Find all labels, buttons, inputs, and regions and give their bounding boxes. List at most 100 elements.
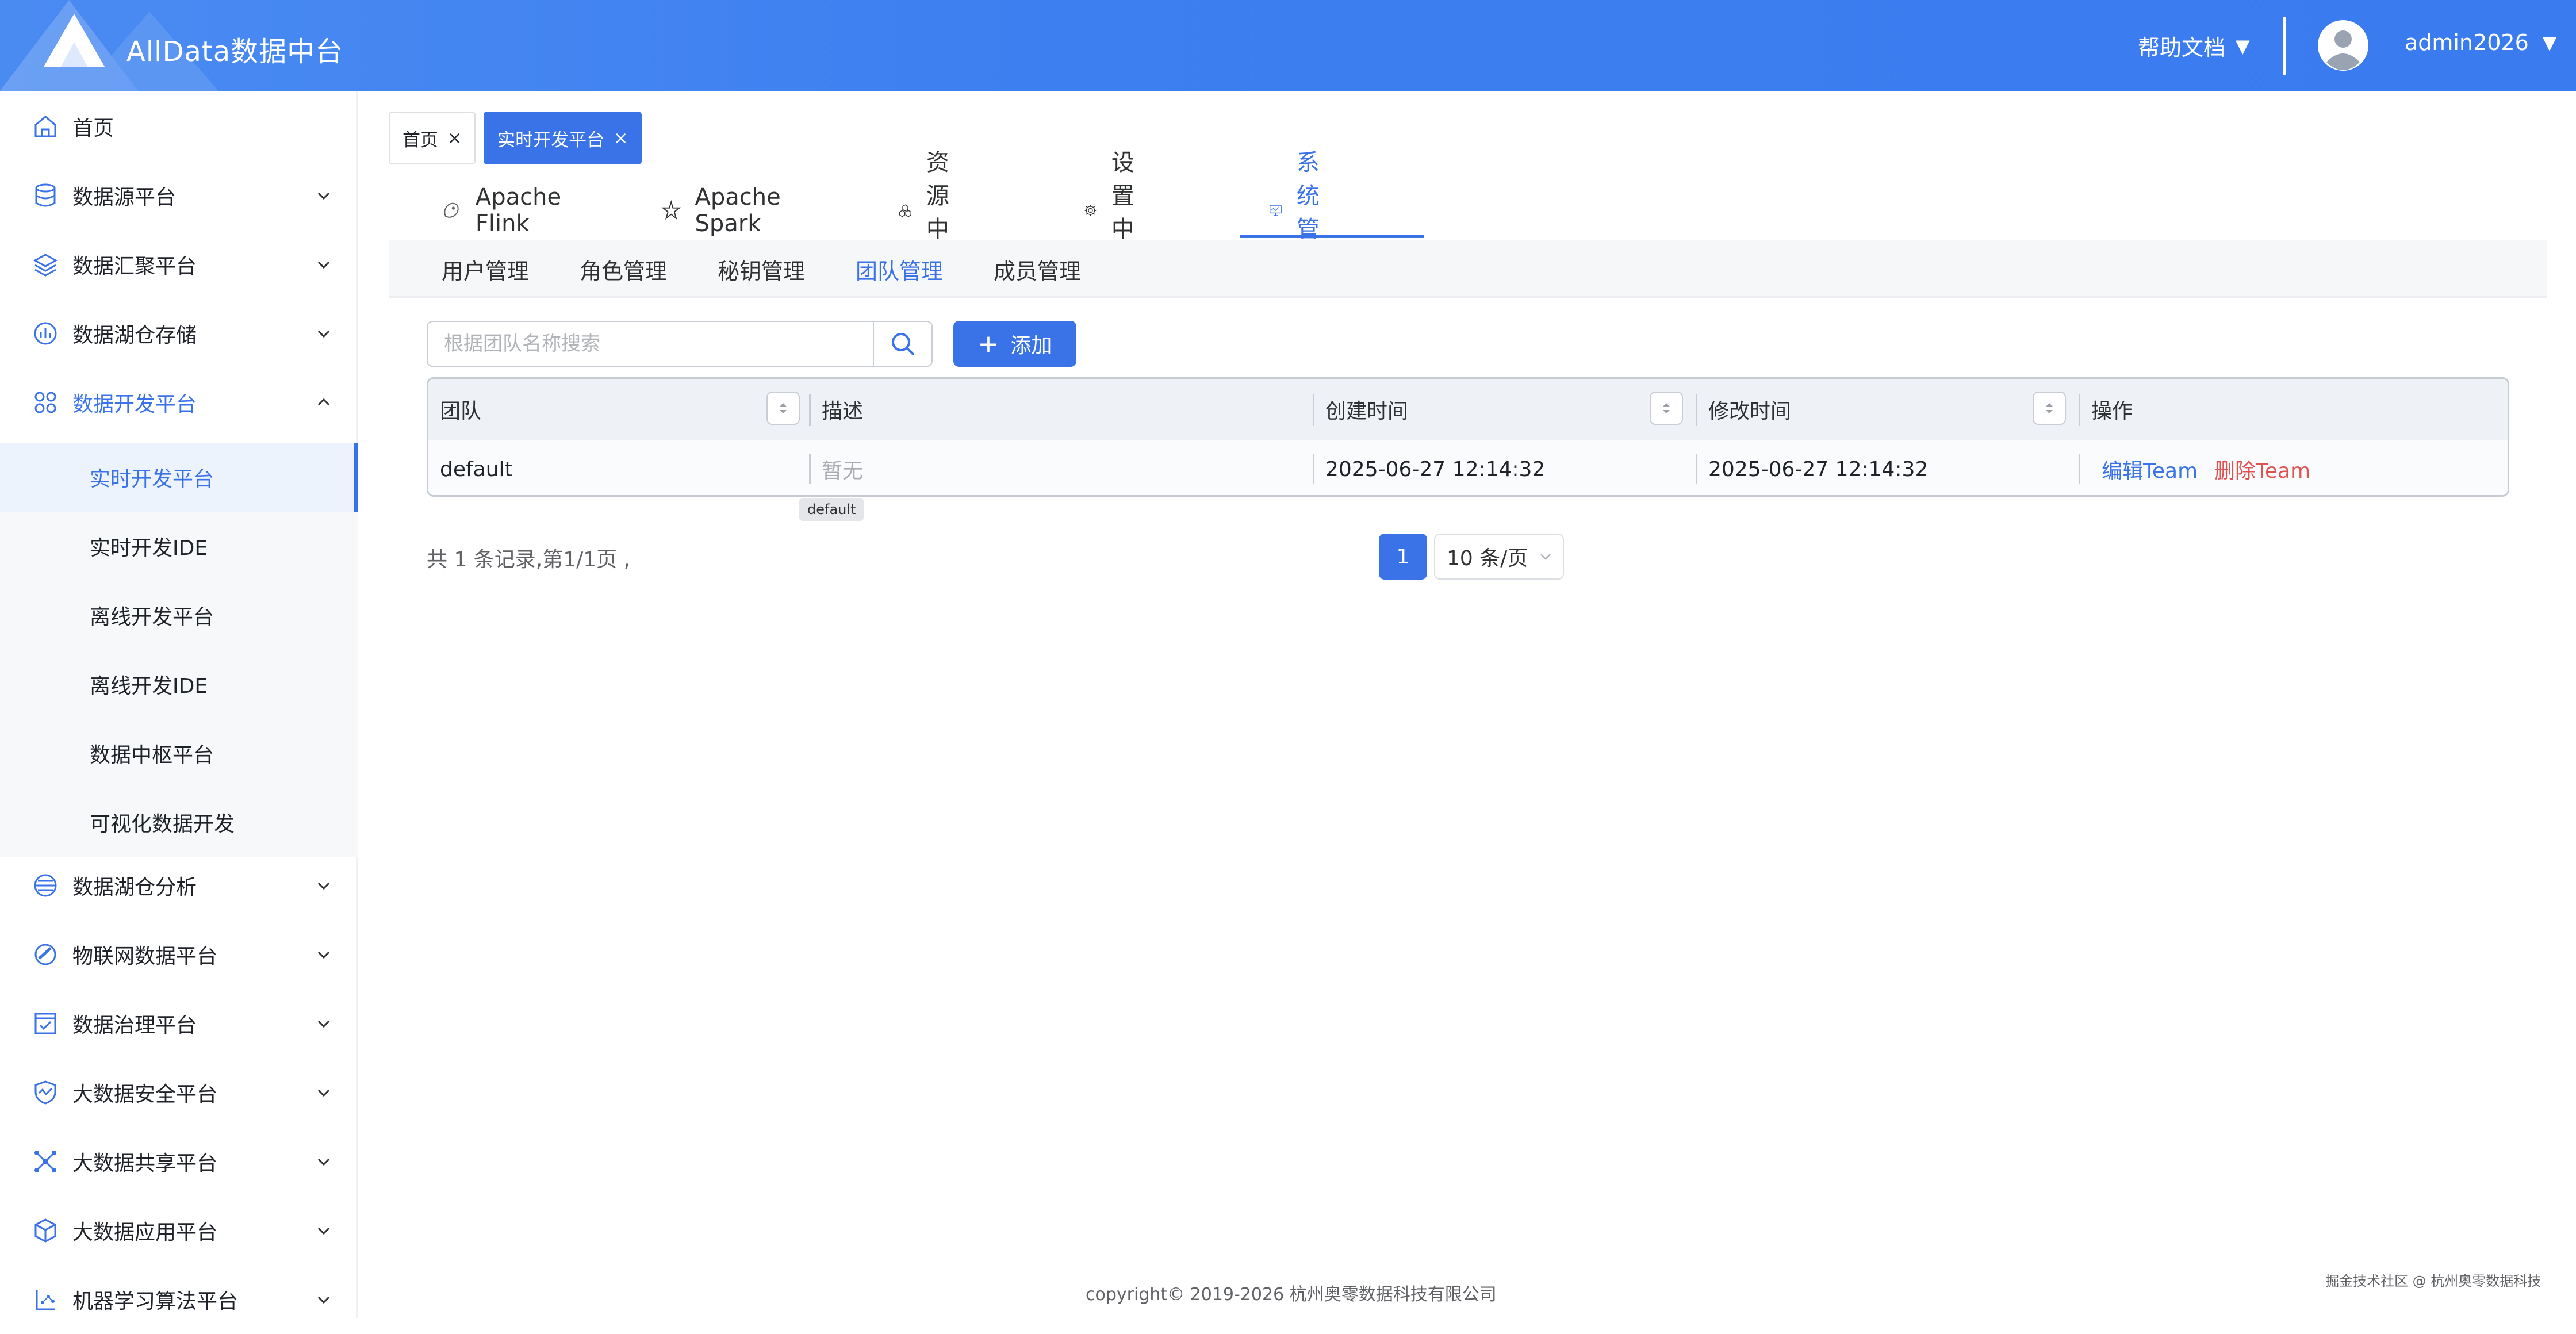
close-icon[interactable]: ×: [614, 128, 628, 148]
subtab-member-management[interactable]: 成员管理: [994, 240, 1081, 298]
cube-icon: [34, 1218, 56, 1243]
column-separator: [1313, 394, 1314, 426]
sidebar-submenu: 实时开发平台 实时开发IDE 离线开发平台 离线开发IDE 数据中枢平台 可视化…: [0, 443, 358, 857]
sidebar-item-aggregation[interactable]: 数据汇聚平台: [0, 230, 358, 299]
chevron-down-icon: [317, 1227, 330, 1235]
search-button[interactable]: [873, 322, 931, 366]
tag-realtime-platform[interactable]: 实时开发平台 ×: [484, 112, 642, 164]
sidebar-subitem-label: 离线开发IDE: [90, 674, 208, 698]
sidebar-item-lakehouse-storage[interactable]: 数据湖仓存储: [0, 299, 358, 368]
layers-icon: [33, 254, 58, 277]
sidebar-item-label: 数据源平台: [72, 186, 177, 209]
sidebar-item-label: 物联网数据平台: [72, 945, 218, 968]
table-row: default 暂无 2025-06-27 12:14:32 2025-06-2…: [428, 440, 2508, 495]
search-icon: [892, 333, 915, 356]
tab-settings-center[interactable]: 设置中心: [1083, 150, 1152, 276]
close-icon[interactable]: ×: [447, 128, 462, 148]
user-avatar-icon[interactable]: [2317, 20, 2369, 71]
chevron-up-icon: [317, 398, 330, 406]
sidebar-item-ml[interactable]: 机器学习算法平台: [0, 1265, 358, 1334]
search-input[interactable]: [428, 322, 874, 366]
sort-icon[interactable]: [766, 392, 800, 425]
column-separator: [1696, 394, 1697, 426]
caret-down-icon: ▼: [2542, 32, 2557, 53]
active-tab-indicator: [1240, 235, 1424, 238]
shield-icon: [34, 1080, 56, 1105]
tab-label: Apache Flink: [475, 184, 562, 237]
sidebar-item-label: 数据湖仓分析: [72, 876, 197, 899]
add-button-label: 添加: [1010, 334, 1052, 358]
column-separator: [809, 454, 811, 484]
sidebar-item-sharing[interactable]: 大数据共享平台: [0, 1127, 358, 1196]
sort-icon[interactable]: [1650, 392, 1683, 425]
subtab-label: 团队管理: [856, 258, 944, 284]
tab-resource-center[interactable]: 资源中心: [898, 150, 967, 276]
share-icon: [34, 1151, 56, 1172]
column-header-modified: 修改时间: [1708, 400, 1792, 423]
column-header-description: 描述: [822, 400, 864, 423]
subtab-team-management[interactable]: 团队管理: [856, 240, 943, 298]
column-separator: [809, 394, 811, 426]
sidebar-subitem-offline-platform[interactable]: 离线开发平台: [0, 581, 358, 650]
tab-label: Apache Spark: [695, 184, 781, 237]
subtab-user-management[interactable]: 用户管理: [442, 240, 529, 298]
chevron-down-icon: [317, 1158, 330, 1166]
sidebar-item-security[interactable]: 大数据安全平台: [0, 1058, 358, 1127]
chevron-down-icon: [317, 882, 330, 890]
sidebar-subitem-label: 实时开发平台: [90, 467, 214, 491]
sidebar-item-governance[interactable]: 数据治理平台: [0, 989, 358, 1058]
app-logo-icon[interactable]: [43, 13, 106, 68]
sidebar-subitem-data-hub[interactable]: 数据中枢平台: [0, 719, 358, 788]
sidebar-subitem-visual-dev[interactable]: 可视化数据开发: [0, 788, 358, 857]
ml-icon: [36, 1290, 55, 1310]
flink-icon: [444, 202, 459, 218]
help-docs-menu[interactable]: 帮助文档 ▼: [2138, 30, 2250, 62]
sidebar-subitem-offline-ide[interactable]: 离线开发IDE: [0, 650, 358, 719]
tab-system-management[interactable]: 系统管理: [1268, 150, 1337, 276]
sidebar-item-label: 数据开发平台: [72, 393, 197, 416]
table-header: 团队 描述 创建时间 修改时间 操作: [428, 379, 2508, 440]
sidebar-item-label: 大数据共享平台: [72, 1152, 218, 1175]
sort-icon[interactable]: [2033, 392, 2066, 425]
sidebar-item-label: 大数据应用平台: [72, 1221, 218, 1244]
sidebar-item-label: 数据湖仓存储: [72, 324, 197, 347]
chevron-down-icon: [317, 330, 330, 338]
database-icon: [35, 183, 56, 207]
sidebar-item-lakehouse-analysis[interactable]: 数据湖仓分析: [0, 851, 358, 920]
tag-label: 首页: [402, 129, 438, 151]
tab-apache-flink[interactable]: Apache Flink: [440, 183, 572, 238]
pagination-summary: 共 1 条记录,第1/1页 ,: [427, 548, 631, 572]
edit-team-link[interactable]: 编辑Team: [2102, 440, 2198, 495]
column-header-team: 团队: [440, 400, 482, 423]
column-header-actions: 操作: [2091, 400, 2133, 423]
page-button-current[interactable]: 1: [1379, 534, 1427, 580]
add-team-button[interactable]: + 添加: [953, 321, 1076, 367]
analysis-icon: [34, 874, 57, 897]
user-menu[interactable]: admin2026 ▼: [2405, 30, 2556, 55]
sidebar-item-application[interactable]: 大数据应用平台: [0, 1196, 358, 1265]
delete-team-link[interactable]: 删除Team: [2214, 440, 2310, 495]
team-table: 团队 描述 创建时间 修改时间 操作 default 暂无 2025-06-27…: [427, 377, 2509, 497]
subtab-role-management[interactable]: 角色管理: [580, 240, 667, 298]
tag-label: 实时开发平台: [497, 129, 605, 151]
sidebar-subitem-label: 离线开发平台: [90, 605, 214, 629]
cell-team: default: [440, 457, 513, 481]
sidebar-item-iot[interactable]: 物联网数据平台: [0, 920, 358, 989]
cell-tooltip: default: [799, 498, 864, 521]
cell-modified: 2025-06-27 12:14:32: [1708, 457, 1929, 481]
sidebar-item-home[interactable]: 首页: [0, 92, 358, 161]
sidebar-subitem-realtime-ide[interactable]: 实时开发IDE: [0, 512, 358, 581]
column-header-created: 创建时间: [1325, 400, 1409, 423]
sidebar-item-label: 首页: [72, 117, 114, 140]
sidebar-item-dev-platform[interactable]: 数据开发平台: [0, 368, 358, 437]
sidebar-subitem-realtime-platform[interactable]: 实时开发平台: [0, 443, 358, 512]
subtab-key-management[interactable]: 秘钥管理: [718, 240, 805, 298]
chevron-down-icon: [317, 192, 330, 200]
tag-home[interactable]: 首页 ×: [389, 112, 476, 164]
tab-apache-spark[interactable]: Apache Spark: [661, 183, 793, 238]
chevron-down-icon: [317, 1296, 330, 1304]
governance-icon: [34, 1013, 56, 1034]
sidebar-item-datasource[interactable]: 数据源平台: [0, 161, 358, 230]
page-size-select[interactable]: 10 条/页: [1434, 534, 1564, 580]
sidebar-subitem-label: 实时开发IDE: [90, 536, 208, 560]
